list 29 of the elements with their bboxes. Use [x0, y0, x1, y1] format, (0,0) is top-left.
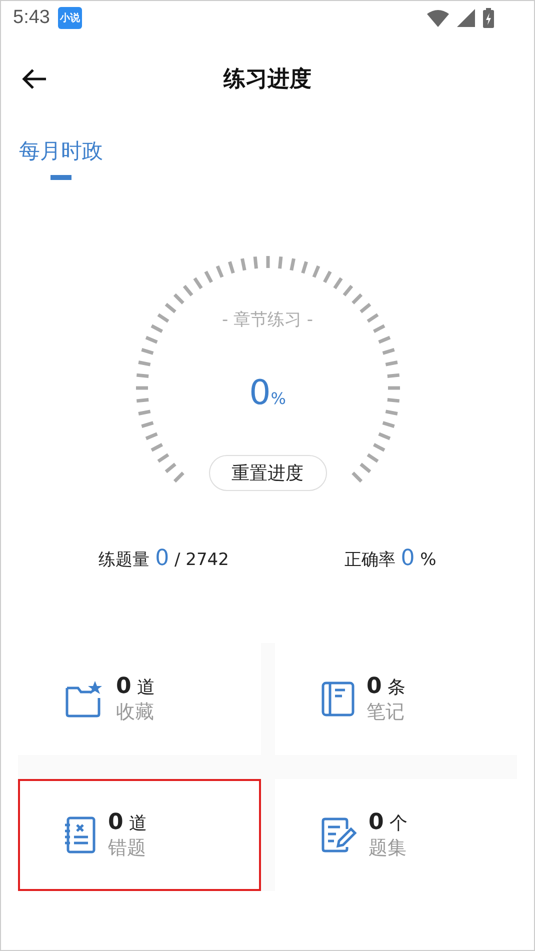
status-time: 5:43: [13, 7, 50, 29]
gauge-caption: - 章节练习 -: [222, 309, 314, 331]
app-notification-badge: 小说: [58, 7, 82, 29]
stat-card[interactable]: 0 个 题集: [274, 779, 517, 891]
battery-icon: [483, 8, 494, 28]
folder-star-icon: [64, 680, 104, 718]
stat-text: 练题量 0 / 2742: [98, 546, 229, 571]
card-count: 0 个: [368, 810, 408, 834]
card-label: 错题: [108, 836, 147, 860]
stat-card[interactable]: 0 条 笔记: [274, 643, 517, 755]
signal-icon: [457, 9, 475, 27]
notepad-cross-icon: [64, 816, 96, 854]
wifi-icon: [427, 10, 449, 26]
card-label: 笔记: [366, 700, 406, 724]
tab[interactable]: 每月时政: [19, 137, 103, 180]
card-label: 收藏: [116, 700, 155, 724]
card-count: 0 道: [108, 810, 148, 834]
card-label: 题集: [368, 836, 408, 860]
progress-percent: 0%: [249, 373, 286, 413]
stat-card[interactable]: 0 道 错题: [18, 779, 260, 891]
notebook-icon: [320, 681, 354, 717]
page-title: 练习进度: [224, 66, 312, 94]
back-arrow-icon: [21, 68, 47, 90]
document-edit-icon: [320, 817, 356, 853]
card-count: 0 条: [366, 674, 406, 698]
card-count: 0 道: [116, 674, 156, 698]
reset-progress-button[interactable]: 重置进度: [208, 455, 326, 491]
stat-text: 正确率 0 %: [344, 546, 436, 571]
stat-card[interactable]: 0 道 收藏: [18, 643, 260, 755]
